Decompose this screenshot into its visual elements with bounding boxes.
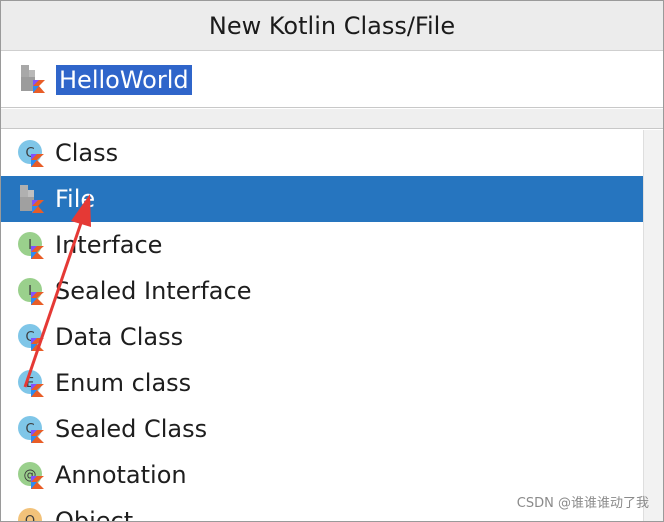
kotlin-interface-icon: I — [17, 231, 45, 259]
template-item-label: Enum class — [55, 369, 192, 397]
kotlin-class-icon: C — [17, 415, 45, 443]
template-item-label: Object — [55, 507, 134, 522]
kotlin-object-icon: O — [17, 507, 45, 522]
template-item-file[interactable]: File — [1, 176, 643, 222]
kotlin-enum-icon: E — [17, 369, 45, 397]
template-item-label: Sealed Class — [55, 415, 208, 443]
template-item-enum-class[interactable]: E Enum class — [1, 360, 643, 406]
template-item-label: Sealed Interface — [55, 277, 252, 305]
kotlin-class-icon: C — [17, 139, 45, 167]
template-item-sealed-class[interactable]: C Sealed Class — [1, 406, 643, 452]
list-scrollbar[interactable] — [643, 130, 663, 521]
separator-bar — [1, 109, 663, 129]
template-item-label: Annotation — [55, 461, 187, 489]
name-input-row[interactable]: HelloWorld — [1, 52, 663, 108]
dialog-title-bar: New Kotlin Class/File — [1, 1, 663, 51]
template-item-label: Data Class — [55, 323, 184, 351]
kotlin-file-icon — [19, 65, 45, 97]
svg-text:O: O — [25, 514, 35, 522]
class-name-input[interactable]: HelloWorld — [56, 65, 192, 95]
kotlin-interface-icon: I — [17, 277, 45, 305]
kotlin-file-icon — [17, 185, 45, 213]
template-item-data-class[interactable]: C Data Class — [1, 314, 643, 360]
watermark: CSDN @谁谁谁动了我 — [516, 496, 649, 511]
template-item-sealed-interface[interactable]: I Sealed Interface — [1, 268, 643, 314]
template-item-label: Class — [55, 139, 119, 167]
template-list[interactable]: C Class File I Interface I Sealed Interface C Da… — [1, 130, 643, 522]
new-kotlin-class-dialog: New Kotlin Class/File HelloWorld C Class F… — [0, 0, 664, 522]
template-item-label: Interface — [55, 231, 163, 259]
template-item-class[interactable]: C Class — [1, 130, 643, 176]
template-item-label: File — [55, 185, 96, 213]
template-item-interface[interactable]: I Interface — [1, 222, 643, 268]
kotlin-class-icon: C — [17, 323, 45, 351]
kotlin-annotation-icon: @ — [17, 461, 45, 489]
dialog-title: New Kotlin Class/File — [208, 11, 456, 40]
